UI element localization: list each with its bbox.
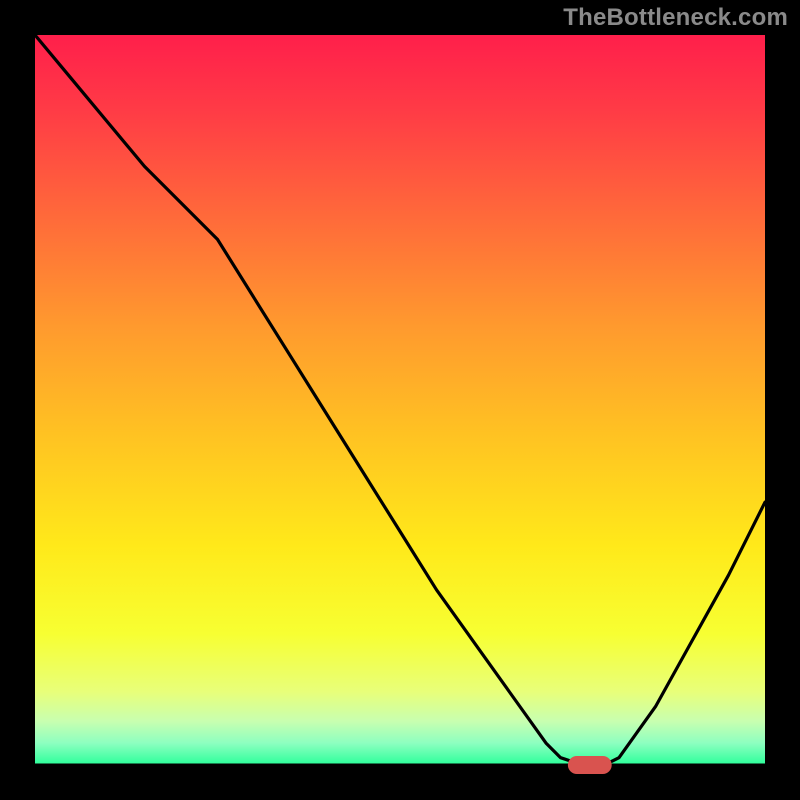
bottleneck-chart — [0, 0, 800, 800]
chart-frame: TheBottleneck.com — [0, 0, 800, 800]
optimal-zone-marker — [568, 756, 612, 774]
watermark-text: TheBottleneck.com — [563, 4, 788, 32]
plot-background — [35, 35, 765, 765]
